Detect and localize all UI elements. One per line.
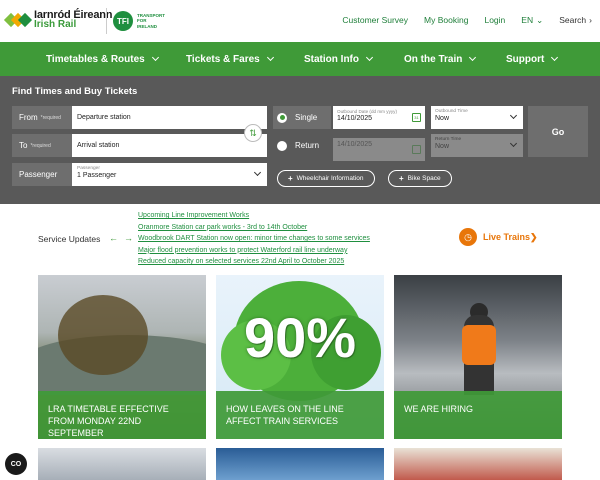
nav-label: Tickets & Fares xyxy=(186,53,260,65)
nav-label: On the Train xyxy=(404,53,463,65)
from-label: From *required xyxy=(12,106,72,129)
nav-label: Timetables & Routes xyxy=(46,53,145,65)
go-button[interactable]: Go xyxy=(528,106,588,157)
live-trains-link[interactable]: ◷ Live Trains❯ xyxy=(459,228,538,246)
chevron-down-icon xyxy=(151,53,159,62)
journey-planner: Find Times and Buy Tickets From *required… xyxy=(0,76,600,204)
service-update-link[interactable]: Woodbrook DART Station now open: minor t… xyxy=(138,233,370,245)
service-update-link[interactable]: Major flood prevention works to protect … xyxy=(138,245,370,257)
logo-line2: Irish Rail xyxy=(34,19,77,30)
chevron-down-icon xyxy=(365,53,374,62)
nav-label: Support xyxy=(506,53,545,65)
from-label-text: From xyxy=(19,113,38,122)
calendar-icon[interactable]: 31 xyxy=(412,113,421,122)
language-label: EN xyxy=(521,15,534,25)
tfi-text: TRANSPORT FOR IRELAND xyxy=(137,12,165,29)
nav-label: Station Info xyxy=(304,53,359,65)
return-label: Return xyxy=(295,141,320,150)
plus-icon: + xyxy=(399,174,404,183)
news-card-hiring[interactable]: WE ARE HIRING xyxy=(394,275,562,439)
worker-image xyxy=(462,325,496,365)
to-station-input[interactable]: Arrival station xyxy=(72,134,267,157)
main-nav: Timetables & Routes Tickets & Fares Stat… xyxy=(0,42,600,76)
wheelchair-label: Wheelchair Information xyxy=(296,175,364,182)
required-marker: *required xyxy=(40,114,61,121)
chevron-down-icon xyxy=(551,53,559,62)
wheelchair-info-button[interactable]: + Wheelchair Information xyxy=(277,170,375,187)
card-caption: HOW LEAVES ON THE LINE AFFECT TRAIN SERV… xyxy=(216,391,384,439)
outbound-time-select[interactable]: Outbound Time Now xyxy=(431,106,523,129)
from-station-input[interactable]: Departure station xyxy=(72,106,267,129)
planner-title: Find Times and Buy Tickets xyxy=(12,86,138,97)
single-radio[interactable]: Single xyxy=(273,106,331,129)
service-update-link[interactable]: Reduced capacity on selected services 22… xyxy=(138,256,370,268)
news-card[interactable] xyxy=(216,448,384,480)
card-caption: WE ARE HIRING xyxy=(394,391,562,439)
nav-support[interactable]: Support xyxy=(506,42,559,76)
to-label-text: To xyxy=(19,141,28,150)
nav-on-the-train[interactable]: On the Train xyxy=(404,42,477,76)
news-card-lra-timetable[interactable]: LRA TIMETABLE EFFECTIVE FROM MONDAY 22ND… xyxy=(38,275,206,439)
customer-survey-link[interactable]: Customer Survey xyxy=(342,15,408,26)
service-update-link[interactable]: Oranmore Station car park works - 3rd to… xyxy=(138,222,370,234)
chevron-right-icon: › xyxy=(589,15,592,25)
clock-icon: ◷ xyxy=(459,228,477,246)
login-link[interactable]: Login xyxy=(484,15,505,26)
required-marker: *required xyxy=(30,142,51,149)
news-card-leaves-on-line[interactable]: 90% HOW LEAVES ON THE LINE AFFECT TRAIN … xyxy=(216,275,384,439)
tree-image xyxy=(58,295,148,375)
service-updates-list: Upcoming Line Improvement Works Oranmore… xyxy=(138,210,370,268)
card-caption: LRA TIMETABLE EFFECTIVE FROM MONDAY 22ND… xyxy=(38,391,206,439)
nav-tickets-fares[interactable]: Tickets & Fares xyxy=(186,42,274,76)
radio-checked-icon xyxy=(277,112,287,123)
passenger-select[interactable]: Passenger 1 Passenger xyxy=(72,163,267,186)
site-header: Iarnród Éireann Irish Rail TFI TRANSPORT… xyxy=(0,0,600,42)
return-time-select[interactable]: Return Time Now xyxy=(431,134,523,157)
news-card[interactable] xyxy=(38,448,206,480)
to-label: To *required xyxy=(12,134,72,157)
irish-rail-logo[interactable]: Iarnród Éireann Irish Rail xyxy=(3,10,113,30)
return-radio[interactable]: Return xyxy=(273,134,331,157)
swap-stations-icon[interactable]: ⇅ xyxy=(244,124,262,142)
passenger-caption: Passenger xyxy=(77,166,100,171)
plus-icon: + xyxy=(288,174,293,183)
language-selector[interactable]: EN ⌄ xyxy=(521,15,543,26)
passenger-label: Passenger xyxy=(12,163,72,186)
single-label: Single xyxy=(295,113,318,122)
cookie-settings-button[interactable]: CO xyxy=(5,453,27,475)
my-booking-link[interactable]: My Booking xyxy=(424,15,468,26)
card-image-text: 90% xyxy=(243,306,357,369)
chevron-down-icon xyxy=(469,53,477,62)
bike-label: Bike Space xyxy=(407,175,441,182)
nav-timetables-routes[interactable]: Timetables & Routes xyxy=(46,42,159,76)
tfi-logo[interactable]: TFI TRANSPORT FOR IRELAND xyxy=(106,8,167,34)
chevron-down-icon xyxy=(266,53,274,62)
live-trains-label: Live Trains❯ xyxy=(483,231,538,242)
search-label: Search xyxy=(559,15,587,25)
radio-unchecked-icon xyxy=(277,140,287,151)
irish-rail-logo-icon xyxy=(3,10,33,30)
return-time-caption: Return Time xyxy=(435,137,462,142)
calendar-icon[interactable] xyxy=(412,145,421,154)
service-updates-label: Service Updates xyxy=(38,234,101,244)
top-links: Customer Survey My Booking Login EN ⌄ Sea… xyxy=(326,15,592,26)
arrow-right-icon[interactable]: → xyxy=(124,233,139,243)
nav-station-info[interactable]: Station Info xyxy=(304,42,374,76)
outbound-date-input[interactable]: Outbound Date (dd mm yyyy) 14/10/2025 31 xyxy=(333,106,425,129)
search-button[interactable]: Search › xyxy=(559,15,592,26)
news-card[interactable] xyxy=(394,448,562,480)
service-update-link[interactable]: Upcoming Line Improvement Works xyxy=(138,210,370,222)
service-updates-arrows: ←→ xyxy=(109,233,139,243)
chevron-down-icon: ⌄ xyxy=(536,15,544,25)
bike-space-button[interactable]: + Bike Space xyxy=(388,170,452,187)
return-date-input[interactable]: 14/10/2025 xyxy=(333,138,425,161)
passenger-value: 1 Passenger xyxy=(77,172,117,179)
tfi-badge-icon: TFI xyxy=(113,11,133,31)
arrow-left-icon[interactable]: ← xyxy=(109,233,124,243)
outbound-time-caption: Outbound Time xyxy=(435,109,468,114)
